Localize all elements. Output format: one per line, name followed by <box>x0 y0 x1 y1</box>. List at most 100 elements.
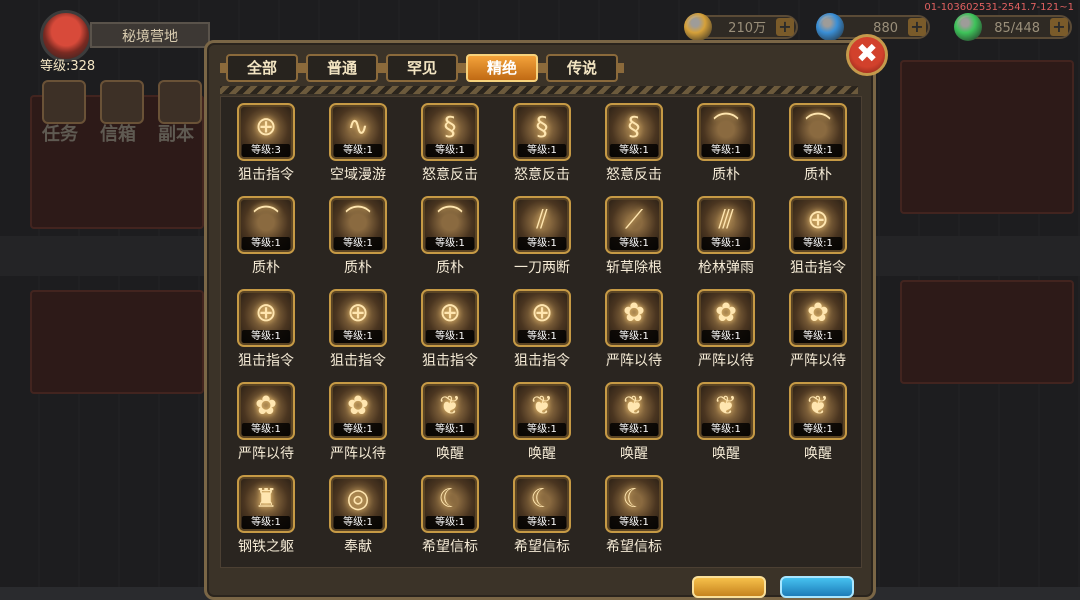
tab-common[interactable]: 普通 <box>300 54 384 82</box>
skill-icon-frame: ⊕ 等级:1 <box>237 289 295 347</box>
upgrade-button[interactable] <box>692 576 766 598</box>
dungeon-button[interactable] <box>158 80 202 124</box>
skill-card[interactable]: ⫻ 等级:1 枪林弹雨 <box>683 190 761 282</box>
shield-triangle-icon: ✿ <box>807 298 829 328</box>
skill-name: 唤醒 <box>804 446 832 462</box>
crosshair-icon: ⊕ <box>255 112 277 142</box>
skill-icon-frame: ⌒ 等级:1 <box>789 103 847 161</box>
skill-card[interactable]: ⌒ 等级:1 质朴 <box>407 190 485 282</box>
skill-card[interactable]: ✿ 等级:1 严阵以待 <box>591 283 669 375</box>
skill-level-badge: 等级:1 <box>794 330 842 343</box>
skill-name: 质朴 <box>804 167 832 183</box>
bow-icon: ⌒ <box>804 112 831 142</box>
gem-icon <box>816 13 844 41</box>
skill-card[interactable]: ⊕ 等级:1 狙击指令 <box>407 283 485 375</box>
skill-card[interactable]: ⊕ 等级:1 狙击指令 <box>315 283 393 375</box>
skill-icon-frame: ⌒ 等级:1 <box>421 196 479 254</box>
serpent-icon: § <box>535 112 549 142</box>
skill-card[interactable]: ♜ 等级:1 钢铁之躯 <box>223 469 301 561</box>
add-gem-button[interactable]: + <box>908 18 926 36</box>
close-button[interactable]: ✖ <box>846 34 888 76</box>
skill-icon-frame: ⌒ 等级:1 <box>237 196 295 254</box>
skill-card[interactable]: ❦ 等级:1 唤醒 <box>683 376 761 468</box>
skill-icon-frame: ✿ 等级:1 <box>697 289 755 347</box>
preview-button[interactable] <box>780 576 854 598</box>
skill-card[interactable]: § 等级:1 怒意反击 <box>591 97 669 189</box>
tab-epic[interactable]: 精绝 <box>460 54 544 82</box>
decorative-stripe <box>220 86 858 94</box>
mailbox-label: 信箱 <box>100 124 136 145</box>
skill-card[interactable]: ⊕ 等级:1 狙击指令 <box>499 283 577 375</box>
skill-level-badge: 等级:1 <box>610 237 658 250</box>
skill-icon-frame: ❦ 等级:1 <box>697 382 755 440</box>
skill-icon-frame: ☾ 等级:1 <box>605 475 663 533</box>
skill-card[interactable]: ⌒ 等级:1 质朴 <box>223 190 301 282</box>
skill-card[interactable]: ☾ 等级:1 希望信标 <box>591 469 669 561</box>
skill-card[interactable]: ⊕ 等级:3 狙击指令 <box>223 97 301 189</box>
skill-card[interactable]: ❦ 等级:1 唤醒 <box>591 376 669 468</box>
skill-card[interactable]: ⌒ 等级:1 质朴 <box>315 190 393 282</box>
skill-level-badge: 等级:1 <box>518 330 566 343</box>
skill-name: 质朴 <box>252 260 280 276</box>
skill-icon-frame: ✿ 等级:1 <box>789 289 847 347</box>
skill-card[interactable]: ❦ 等级:1 唤醒 <box>775 376 853 468</box>
skill-card[interactable]: ✿ 等级:1 严阵以待 <box>775 283 853 375</box>
sprout-icon: ❦ <box>807 391 829 421</box>
skill-name: 希望信标 <box>606 539 662 555</box>
skill-card[interactable]: ⌒ 等级:1 质朴 <box>775 97 853 189</box>
skill-card[interactable]: ☾ 等级:1 希望信标 <box>407 469 485 561</box>
area-name: 秘境营地 <box>90 22 210 48</box>
add-energy-button[interactable]: + <box>1050 18 1068 36</box>
skill-card[interactable]: ⊕ 等级:1 狙击指令 <box>775 190 853 282</box>
skill-icon-frame: ⊕ 等级:3 <box>237 103 295 161</box>
skill-card[interactable]: ✿ 等级:1 严阵以待 <box>223 376 301 468</box>
skill-icon-frame: ⫽ 等级:1 <box>513 196 571 254</box>
skill-icon-frame: ∿ 等级:1 <box>329 103 387 161</box>
add-gold-button[interactable]: + <box>776 18 794 36</box>
tab-all[interactable]: 全部 <box>220 54 304 82</box>
skill-card[interactable]: ❦ 等级:1 唤醒 <box>499 376 577 468</box>
skill-card[interactable]: ☾ 等级:1 希望信标 <box>499 469 577 561</box>
player-level: 等级:328 <box>40 59 96 74</box>
skill-level-badge: 等级:1 <box>794 423 842 436</box>
skill-name: 钢铁之躯 <box>238 539 294 555</box>
skill-name: 唤醒 <box>712 446 740 462</box>
skill-name: 严阵以待 <box>238 446 294 462</box>
skill-name: 严阵以待 <box>330 446 386 462</box>
skill-card[interactable]: ⟋ 等级:1 斩草除根 <box>591 190 669 282</box>
skill-card[interactable]: ❦ 等级:1 唤醒 <box>407 376 485 468</box>
skill-card[interactable]: ⫽ 等级:1 一刀两断 <box>499 190 577 282</box>
bullet-rain-icon: ⫻ <box>718 205 734 235</box>
skill-name: 质朴 <box>344 260 372 276</box>
skill-level-badge: 等级:1 <box>334 516 382 529</box>
skill-icon-frame: § 等级:1 <box>421 103 479 161</box>
skill-name: 唤醒 <box>436 446 464 462</box>
skill-name: 唤醒 <box>528 446 556 462</box>
skill-card[interactable]: ✿ 等级:1 严阵以待 <box>315 376 393 468</box>
skill-level-badge: 等级:1 <box>610 423 658 436</box>
shield-triangle-icon: ✿ <box>255 391 277 421</box>
skill-card[interactable]: § 等级:1 怒意反击 <box>407 97 485 189</box>
skill-name: 质朴 <box>436 260 464 276</box>
energy-resource: 85/448 + <box>954 13 1072 41</box>
tab-rare[interactable]: 罕见 <box>380 54 464 82</box>
skill-grid: ⊕ 等级:3 狙击指令 ∿ 等级:1 空域漫游 § 等级:1 怒意反击 § 等级:1 怒意反击 § 等级:… <box>220 96 862 568</box>
gold-resource: 210万 + <box>684 13 798 41</box>
skill-card[interactable]: ◎ 等级:1 奉献 <box>315 469 393 561</box>
tab-legendary[interactable]: 传说 <box>540 54 624 82</box>
sprout-icon: ❦ <box>439 391 461 421</box>
skill-card[interactable]: ∿ 等级:1 空域漫游 <box>315 97 393 189</box>
quest-button[interactable] <box>42 80 86 124</box>
skill-icon-frame: § 等级:1 <box>605 103 663 161</box>
skill-card[interactable]: ⌒ 等级:1 质朴 <box>683 97 761 189</box>
crosshair-icon: ⊕ <box>255 298 277 328</box>
mailbox-button[interactable] <box>100 80 144 124</box>
skill-icon-frame: ⊕ 等级:1 <box>513 289 571 347</box>
moon-beacon-icon: ☾ <box>622 484 646 514</box>
skill-card[interactable]: ⊕ 等级:1 狙击指令 <box>223 283 301 375</box>
serpent-icon: § <box>627 112 641 142</box>
skill-card[interactable]: § 等级:1 怒意反击 <box>499 97 577 189</box>
skill-card[interactable]: ✿ 等级:1 严阵以待 <box>683 283 761 375</box>
skill-level-badge: 等级:1 <box>334 237 382 250</box>
bow-icon: ⌒ <box>344 205 371 235</box>
